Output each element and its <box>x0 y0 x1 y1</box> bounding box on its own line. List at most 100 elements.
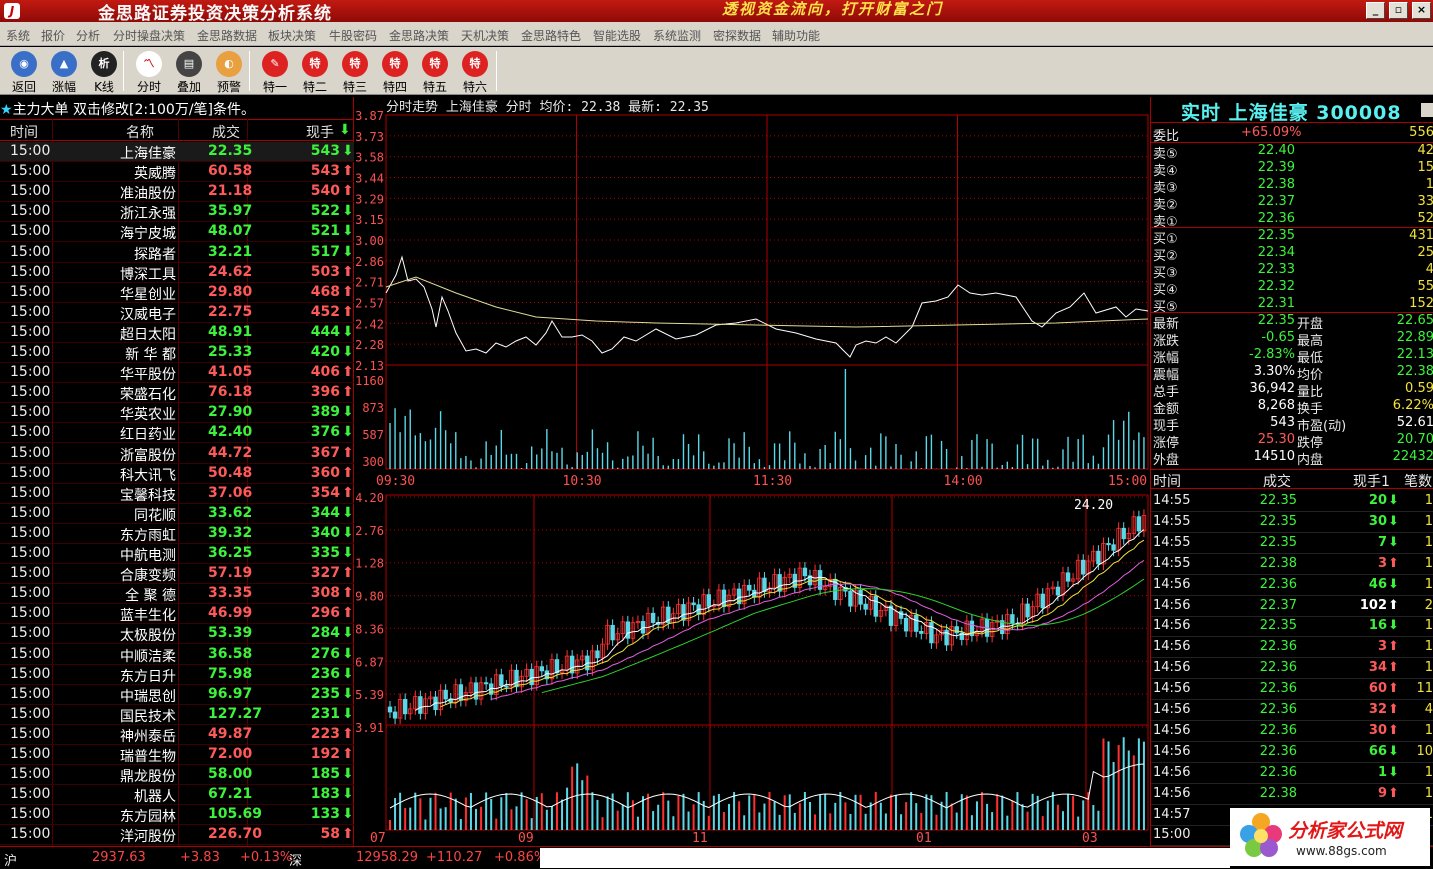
menu-item[interactable]: 辅助功能 <box>772 27 820 44</box>
menu-item[interactable]: 密探数据 <box>713 27 761 44</box>
buy-level-row[interactable]: 买② 22.34 25 <box>1151 245 1433 264</box>
big-order-row[interactable]: 15:00 华平股份 41.05 406 ⬆ <box>0 363 354 384</box>
toolbar-button[interactable]: 特特四 <box>377 49 413 94</box>
column-header-price[interactable]: 成交 <box>212 122 240 142</box>
menu-item[interactable]: 金思路数据 <box>197 27 257 44</box>
sell-level-row[interactable]: 卖① 22.36 52 <box>1151 211 1433 230</box>
trade-row[interactable]: 14:56 22.35 16 ⬇ 1 <box>1151 616 1433 638</box>
big-order-row[interactable]: 15:00 浙富股份 44.72 367 ⬆ <box>0 444 354 464</box>
menu-item[interactable]: 分时操盘决策 <box>113 27 185 44</box>
column-header-time[interactable]: 时间 <box>10 122 38 142</box>
big-order-row[interactable]: 15:00 探路者 32.21 517 ⬇ <box>0 243 354 263</box>
trade-row[interactable]: 14:56 22.36 32 ⬆ 4 <box>1151 700 1433 721</box>
big-order-row[interactable]: 15:00 中瑞思创 96.97 235 ⬇ <box>0 685 354 705</box>
panel-header[interactable]: ★主力大单 双击修改[2:100万/笔]条件。 <box>0 99 255 119</box>
trade-row[interactable]: 14:55 22.35 20 ⬇ 1 <box>1151 491 1433 512</box>
trade-row[interactable]: 14:55 22.35 7 ⬇ 1 <box>1151 533 1433 554</box>
sell-level-row[interactable]: 卖⑤ 22.40 42 <box>1151 143 1433 162</box>
big-order-row[interactable]: 15:00 鼎龙股份 58.00 185 ⬇ <box>0 765 354 786</box>
toolbar-button[interactable]: 特特五 <box>417 49 453 94</box>
big-order-row[interactable]: 15:00 机器人 67.21 183 ⬇ <box>0 785 354 806</box>
big-order-row[interactable]: 15:00 中顺洁柔 36.58 276 ⬇ <box>0 645 354 665</box>
menu-item[interactable]: 智能选股 <box>593 27 641 44</box>
column-header-name[interactable]: 名称 <box>126 122 154 142</box>
sell-level-row[interactable]: 卖④ 22.39 15 <box>1151 160 1433 179</box>
buy-level-volume: 4 <box>1425 262 1433 277</box>
buy-level-row[interactable]: 买③ 22.33 4 <box>1151 262 1433 281</box>
maximize-button[interactable]: ▫ <box>1389 2 1408 19</box>
big-order-row[interactable]: 15:00 同花顺 33.62 344 ⬇ <box>0 504 354 524</box>
big-order-row[interactable]: 15:00 上海佳豪 22.35 543 ⬇ <box>0 142 354 162</box>
big-order-row[interactable]: 15:00 荣盛石化 76.18 396 ⬆ <box>0 383 354 404</box>
toolbar-button[interactable]: ◉ 返回 <box>6 49 42 94</box>
big-order-row[interactable]: 15:00 洋河股份 226.70 58 ⬆ <box>0 825 354 846</box>
toolbar-button[interactable]: 特特二 <box>297 49 333 94</box>
toolbar-button[interactable]: 特特六 <box>457 49 493 94</box>
toolbar-button[interactable]: ✎ 特一 <box>257 49 293 94</box>
big-order-row[interactable]: 15:00 超日太阳 48.91 444 ⬇ <box>0 323 354 343</box>
toolbar-button[interactable]: ◐ 预警 <box>211 49 247 94</box>
buy-level-row[interactable]: 买④ 22.32 55 <box>1151 279 1433 298</box>
buy-level-row[interactable]: 买⑤ 22.31 152 <box>1151 296 1433 315</box>
menu-item[interactable]: 系统 <box>6 27 30 44</box>
close-button[interactable]: × <box>1412 2 1431 19</box>
scroll-up-button[interactable] <box>1421 103 1433 117</box>
menu-item[interactable]: 报价 <box>41 27 65 44</box>
big-order-row[interactable]: 15:00 东方雨虹 39.32 340 ⬇ <box>0 524 354 544</box>
toolbar-button[interactable]: ▲ 涨幅 <box>46 49 82 94</box>
trade-row[interactable]: 14:55 22.38 3 ⬆ 1 <box>1151 554 1433 575</box>
big-order-row[interactable]: 15:00 汉威电子 22.75 452 ⬆ <box>0 303 354 323</box>
big-order-row[interactable]: 15:00 准油股份 21.18 540 ⬆ <box>0 182 354 203</box>
big-order-row[interactable]: 15:00 博深工具 24.62 503 ⬆ <box>0 263 354 283</box>
toolbar-button[interactable]: 〽分时 <box>131 49 167 94</box>
menu-item[interactable]: 牛股密码 <box>329 27 377 44</box>
big-order-row[interactable]: 15:00 东方园林 105.69 133 ⬇ <box>0 805 354 826</box>
trade-row[interactable]: 14:56 22.36 34 ⬆ 1 <box>1151 658 1433 680</box>
big-order-row[interactable]: 15:00 神州泰岳 49.87 223 ⬆ <box>0 725 354 745</box>
big-order-row[interactable]: 15:00 宝馨科技 37.06 354 ⬆ <box>0 484 354 504</box>
big-order-row[interactable]: 15:00 瑞普生物 72.00 192 ⬆ <box>0 745 354 765</box>
big-order-row[interactable]: 15:00 英威腾 60.58 543 ⬆ <box>0 162 354 183</box>
toolbar-button[interactable]: ▤ 叠加 <box>171 49 207 94</box>
big-order-row[interactable]: 15:00 国民技术 127.27 231 ⬇ <box>0 705 354 725</box>
menu-item[interactable]: 天机决策 <box>461 27 509 44</box>
big-order-row[interactable]: 15:00 太极股份 53.39 284 ⬇ <box>0 624 354 645</box>
toolbar-button[interactable]: 析 K线 <box>86 49 122 94</box>
trade-row[interactable]: 14:56 22.36 60 ⬆ 11 <box>1151 679 1433 701</box>
big-order-row[interactable]: 15:00 东方日升 75.98 236 ⬇ <box>0 665 354 685</box>
trade-row[interactable]: 14:56 22.36 3 ⬆ 1 <box>1151 637 1433 659</box>
buy-level-row[interactable]: 买① 22.35 431 <box>1151 228 1433 247</box>
menu-item[interactable]: 板块决策 <box>268 27 316 44</box>
big-order-row[interactable]: 15:00 华星创业 29.80 468 ⬆ <box>0 283 354 303</box>
trade-row[interactable]: 14:56 22.36 46 ⬇ 1 <box>1151 575 1433 596</box>
big-order-row[interactable]: 15:00 新 华 都 25.33 420 ⬇ <box>0 343 354 363</box>
big-order-row[interactable]: 15:00 华英农业 27.90 389 ⬇ <box>0 403 354 424</box>
trade-row[interactable]: 14:55 22.35 30 ⬇ 1 <box>1151 512 1433 533</box>
big-order-row[interactable]: 15:00 海宁皮城 48.07 521 ⬇ <box>0 222 354 243</box>
volume-tick: 873 <box>362 401 384 415</box>
sell-level-row[interactable]: 卖③ 22.38 1 <box>1151 177 1433 196</box>
menu-item[interactable]: 金思路决策 <box>389 27 449 44</box>
trade-row[interactable]: 14:56 22.36 30 ⬆ 1 <box>1151 721 1433 742</box>
big-order-row[interactable]: 15:00 蓝丰生化 46.99 296 ⬆ <box>0 604 354 625</box>
big-order-row[interactable]: 15:00 浙江永强 35.97 522 ⬇ <box>0 202 354 223</box>
minimize-button[interactable]: _ <box>1366 2 1385 19</box>
toolbar-button[interactable]: 特特三 <box>337 49 373 94</box>
menu-item[interactable]: 系统监测 <box>653 27 701 44</box>
sell-level-row[interactable]: 卖② 22.37 33 <box>1151 194 1433 213</box>
trade-row[interactable]: 14:56 22.37 102 ⬆ 2 <box>1151 596 1433 617</box>
trade-row[interactable]: 14:56 22.38 9 ⬆ 1 <box>1151 784 1433 805</box>
big-order-row[interactable]: 15:00 红日药业 42.40 376 ⬇ <box>0 423 354 444</box>
menu-item[interactable]: 金思路特色 <box>521 27 581 44</box>
column-header-volume[interactable]: 现手 <box>306 122 334 142</box>
big-order-row[interactable]: 15:00 科大讯飞 50.48 360 ⬆ <box>0 464 354 484</box>
big-order-row[interactable]: 15:00 全 聚 德 33.35 308 ⬆ <box>0 584 354 605</box>
trade-row[interactable]: 14:56 22.36 1 ⬇ 1 <box>1151 763 1433 784</box>
chart-area[interactable]: 分时走势 上海佳豪 分时 均价: 22.38 最新: 22.35 3.87 3.73… <box>356 97 1150 846</box>
menu-item[interactable]: 分析 <box>76 27 100 44</box>
sort-down-icon[interactable]: ⬇ <box>339 122 351 138</box>
buy-level-volume: 431 <box>1409 228 1433 243</box>
big-order-row[interactable]: 15:00 合康变频 57.19 327 ⬆ <box>0 564 354 585</box>
trade-row[interactable]: 14:56 22.36 66 ⬇ 10 <box>1151 742 1433 763</box>
big-order-row[interactable]: 15:00 中航电测 36.25 335 ⬇ <box>0 544 354 564</box>
